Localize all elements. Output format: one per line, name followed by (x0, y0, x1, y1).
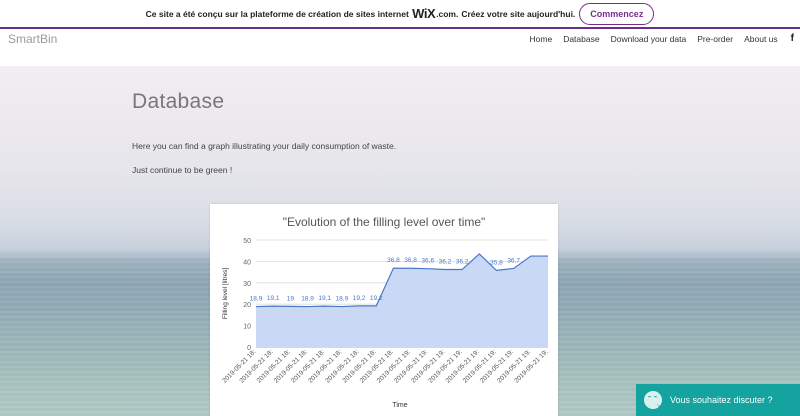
green-paragraph: Just continue to be green ! (132, 165, 233, 175)
nav-preorder[interactable]: Pre-order (697, 34, 733, 44)
main-nav: Home Database Download your data Pre-ord… (519, 33, 795, 44)
data-label: 19,1 (318, 295, 331, 302)
banner-text: Ce site a été conçu sur la plateforme de… (145, 8, 409, 19)
data-label: 18,9 (301, 296, 314, 303)
data-label: 18,9 (250, 296, 263, 303)
site-header: SmartBin Home Database Download your dat… (0, 29, 800, 66)
data-label: 36,2 (456, 259, 469, 266)
nav-database[interactable]: Database (563, 34, 599, 44)
data-label: 19,2 (370, 295, 383, 302)
chat-widget[interactable]: Vous souhaitez discuter ? (636, 384, 800, 416)
x-axis-label: Time (392, 402, 407, 409)
nav-home[interactable]: Home (530, 34, 553, 44)
data-label: 19,1 (267, 295, 280, 302)
chart-card: "Evolution of the filling level over tim… (210, 204, 558, 416)
nav-about[interactable]: About us (744, 34, 778, 44)
nav-download[interactable]: Download your data (611, 34, 687, 44)
wix-suffix: .com. (436, 8, 459, 19)
page-title: Database (132, 90, 225, 113)
data-label: 36,8 (404, 257, 417, 264)
data-label: 36,6 (421, 258, 434, 265)
chat-label: Vous souhaitez discuter ? (670, 395, 773, 405)
wix-logo: WiX (412, 6, 436, 21)
y-tick-label: 30 (243, 281, 251, 288)
data-label: 36,8 (387, 257, 400, 264)
start-button[interactable]: Commencez (579, 2, 655, 25)
brand-logo[interactable]: SmartBin (8, 32, 57, 46)
data-label: 19 (287, 295, 295, 302)
smiley-icon (644, 391, 665, 409)
y-tick-label: 20 (243, 302, 251, 309)
data-label: 36,2 (439, 259, 452, 266)
data-label: 36,7 (507, 257, 520, 264)
data-label: 35,8 (490, 259, 503, 266)
y-tick-label: 40 (243, 259, 251, 266)
intro-paragraph: Here you can find a graph illustrating y… (132, 141, 397, 151)
banner-text-2: Créez votre site aujourd'hui. (461, 8, 576, 19)
filling-level-chart: "Evolution of the filling level over tim… (221, 215, 549, 409)
data-label: 19,2 (353, 295, 366, 302)
y-axis-label: Filling level [litres] (222, 268, 229, 319)
y-tick-label: 10 (243, 324, 251, 331)
data-label: 18,9 (336, 296, 349, 303)
y-tick-label: 50 (243, 238, 251, 245)
facebook-icon[interactable]: f (791, 33, 794, 44)
chart-title: "Evolution of the filling level over tim… (283, 215, 486, 229)
wix-banner: Ce site a été conçu sur la plateforme de… (0, 0, 800, 29)
